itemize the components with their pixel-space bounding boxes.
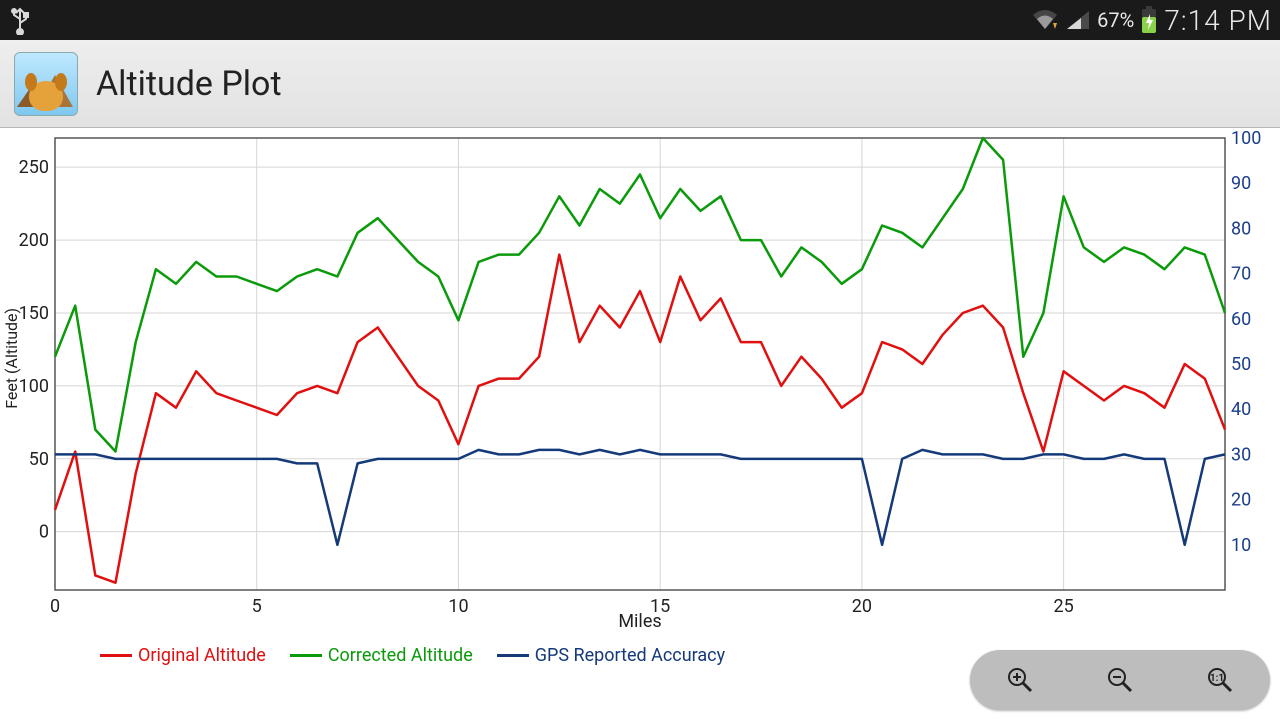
- svg-text:70: 70: [1231, 264, 1251, 285]
- legend-corrected-altitude: Corrected Altitude: [290, 645, 473, 666]
- legend-original-altitude: Original Altitude: [100, 645, 266, 666]
- svg-text:20: 20: [1231, 490, 1251, 511]
- svg-text:0: 0: [39, 522, 49, 543]
- status-bar: 67% 7:14 PM: [0, 0, 1280, 40]
- usb-icon: [8, 5, 32, 35]
- svg-text:0: 0: [50, 596, 60, 617]
- action-bar: Altitude Plot: [0, 40, 1280, 128]
- zoom-out-button[interactable]: [1103, 663, 1137, 697]
- signal-icon: [1065, 9, 1091, 31]
- svg-text:30: 30: [1231, 444, 1251, 465]
- svg-text:100: 100: [1231, 128, 1261, 149]
- zoom-in-button[interactable]: [1003, 663, 1037, 697]
- y-axis-left-label: Feet (Altitude): [2, 308, 21, 409]
- svg-text:250: 250: [19, 157, 49, 178]
- battery-charging-icon: [1140, 6, 1158, 34]
- app-icon[interactable]: [14, 52, 78, 116]
- legend-label: Original Altitude: [138, 645, 266, 666]
- svg-text:1:1: 1:1: [1210, 673, 1224, 684]
- zoom-reset-button[interactable]: 1:1: [1203, 663, 1237, 697]
- svg-text:150: 150: [19, 303, 49, 324]
- chart-container: 0 50 100 150 200 250 10 20 30 40 50 60 70 80 90 100 0 5 10…: [0, 128, 1280, 720]
- page-title: Altitude Plot: [96, 64, 282, 104]
- svg-text:100: 100: [19, 376, 49, 397]
- svg-text:90: 90: [1231, 173, 1251, 194]
- zoom-controls: 1:1: [970, 650, 1270, 710]
- svg-text:200: 200: [19, 230, 49, 251]
- wifi-icon: [1031, 9, 1059, 31]
- legend-label: GPS Reported Accuracy: [535, 645, 725, 666]
- svg-text:10: 10: [448, 596, 468, 617]
- svg-text:40: 40: [1231, 399, 1251, 420]
- chart-legend: Original Altitude Corrected Altitude GPS…: [100, 645, 725, 666]
- svg-text:50: 50: [29, 449, 49, 470]
- clock: 7:14 PM: [1164, 4, 1272, 37]
- svg-text:25: 25: [1054, 596, 1074, 617]
- legend-gps-accuracy: GPS Reported Accuracy: [497, 645, 725, 666]
- svg-text:80: 80: [1231, 218, 1251, 239]
- battery-percent: 67%: [1097, 8, 1134, 32]
- svg-text:60: 60: [1231, 309, 1251, 330]
- svg-text:5: 5: [252, 596, 262, 617]
- x-axis-label: Miles: [618, 611, 661, 632]
- svg-text:50: 50: [1231, 354, 1251, 375]
- svg-text:10: 10: [1231, 535, 1251, 556]
- svg-text:20: 20: [852, 596, 872, 617]
- legend-label: Corrected Altitude: [328, 645, 473, 666]
